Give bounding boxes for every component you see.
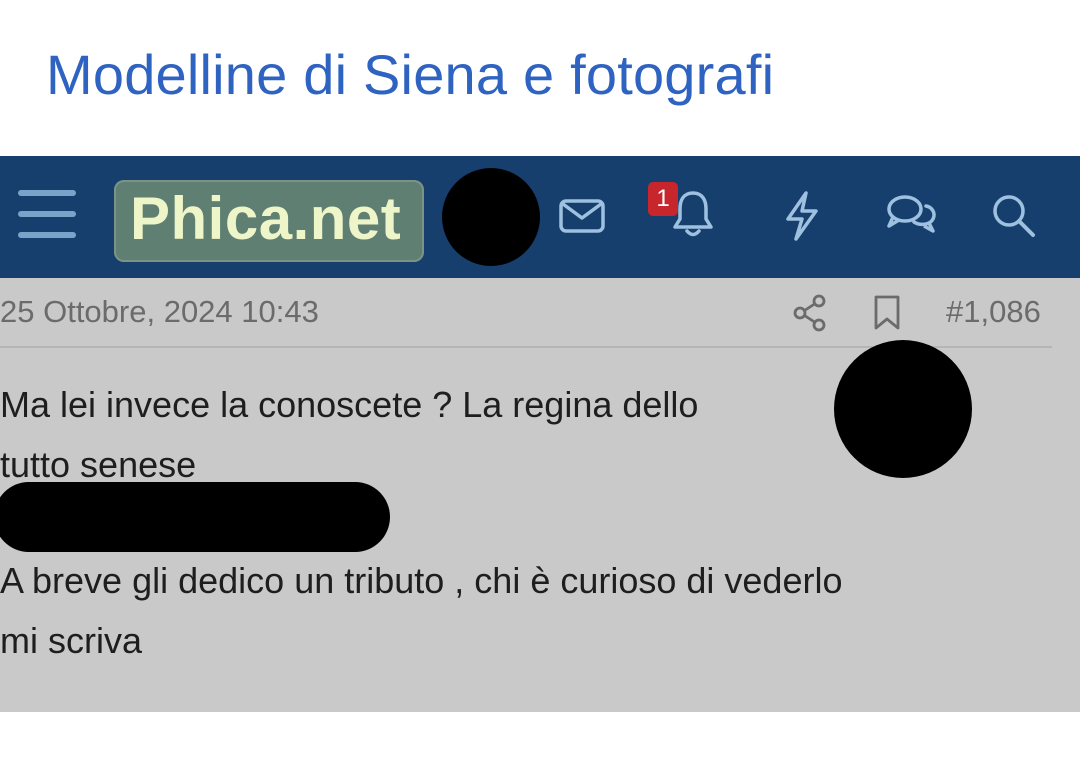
lightning-icon[interactable] <box>782 190 822 242</box>
post-text-line: tutto senese <box>0 444 197 485</box>
menu-icon[interactable] <box>16 184 80 244</box>
redacted-avatar <box>442 168 540 266</box>
post-text-line: Ma lei invece la conoscete ? La regina d… <box>0 384 699 425</box>
redaction-mark <box>834 340 972 478</box>
post-text-line: mi scriva <box>0 620 142 661</box>
post-timestamp[interactable]: 25 Ottobre, 2024 10:43 <box>0 294 319 330</box>
post-number[interactable]: #1,086 <box>946 294 1041 330</box>
mail-icon[interactable] <box>558 196 606 236</box>
search-icon[interactable] <box>990 192 1038 240</box>
page-title: Modelline di Siena e fotografi <box>46 43 775 106</box>
chat-bubbles-icon[interactable] <box>884 192 938 240</box>
site-logo-text[interactable]: Phica.net <box>130 184 401 253</box>
bookmark-icon[interactable] <box>872 294 902 332</box>
post-text-line: A breve gli dedico un tributo , chi è cu… <box>0 560 843 601</box>
notification-badge[interactable]: 1 <box>648 182 678 216</box>
redaction-bar <box>0 482 390 552</box>
share-icon[interactable] <box>792 294 828 332</box>
